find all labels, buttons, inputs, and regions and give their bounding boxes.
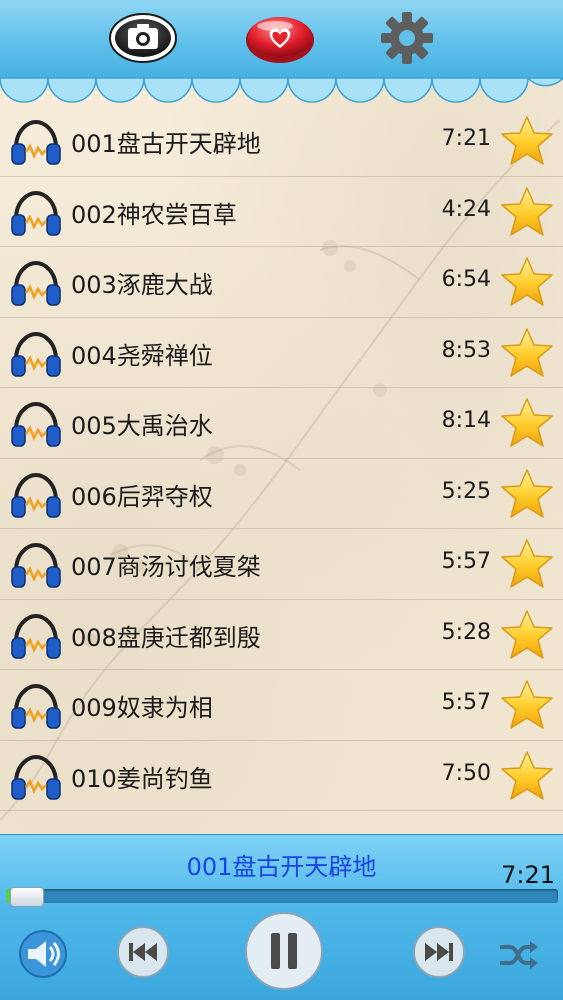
star-icon[interactable]: [499, 396, 555, 452]
camera-button[interactable]: [108, 10, 178, 66]
headphones-icon: [11, 754, 61, 800]
now-playing-duration: 7:21: [501, 861, 555, 889]
track-row[interactable]: 002神农尝百草 4:24: [0, 177, 563, 247]
star-icon[interactable]: [499, 537, 555, 593]
track-title: 007商汤讨伐夏桀: [71, 553, 261, 581]
track-duration: 8:14: [441, 408, 491, 433]
track-title: 001盘古开天辟地: [71, 130, 261, 158]
star-icon[interactable]: [499, 326, 555, 382]
track-title: 009奴隶为相: [71, 694, 213, 722]
track-row[interactable]: 001盘古开天辟地 7:21: [0, 106, 563, 177]
player-bar: 001盘古开天辟地 7:21: [0, 834, 563, 1000]
track-title: 008盘庚迁都到殷: [71, 623, 261, 652]
track-title: 005大禹治水: [71, 412, 213, 440]
track-duration: 8:53: [441, 337, 491, 363]
headphones-icon: [11, 119, 61, 165]
next-track-button[interactable]: [412, 925, 466, 979]
gear-icon: [381, 12, 433, 64]
track-duration: 7:21: [441, 126, 491, 151]
track-title: 004尧舜禅位: [71, 341, 213, 370]
track-row[interactable]: 007商汤讨伐夏桀 5:57: [0, 529, 563, 600]
headphones-icon: [11, 331, 61, 377]
star-icon[interactable]: [499, 255, 555, 311]
star-icon[interactable]: [499, 678, 555, 734]
track-duration: 5:57: [441, 549, 491, 574]
track-duration: 6:54: [441, 267, 491, 292]
headphones-icon: [11, 190, 61, 236]
progress-slider[interactable]: [6, 887, 558, 907]
star-icon[interactable]: [499, 467, 555, 523]
track-list: 001盘古开天辟地 7:21 002神农尝百草 4:24 003涿鹿大战 6:5…: [0, 106, 563, 811]
camera-icon: [109, 13, 177, 63]
track-title: 002神农尝百草: [71, 200, 237, 229]
top-toolbar: [0, 0, 563, 76]
track-row[interactable]: 008盘庚迁都到殷 5:28: [0, 600, 563, 670]
track-duration: 5:28: [441, 619, 491, 645]
heart-icon: [246, 17, 314, 63]
volume-icon[interactable]: [18, 929, 68, 979]
headphones-icon: [11, 472, 61, 518]
track-row[interactable]: 006后羿夺权 5:25: [0, 459, 563, 529]
track-title: 006后羿夺权: [71, 482, 213, 511]
star-icon[interactable]: [499, 185, 555, 241]
headphones-icon: [11, 683, 61, 729]
pause-button[interactable]: [244, 911, 324, 991]
track-row[interactable]: 009奴隶为相 5:57: [0, 670, 563, 741]
track-row[interactable]: 005大禹治水 8:14: [0, 388, 563, 459]
star-icon[interactable]: [499, 749, 555, 805]
star-icon[interactable]: [499, 608, 555, 664]
settings-button[interactable]: [372, 10, 442, 66]
track-duration: 4:24: [441, 196, 491, 222]
headphones-icon: [11, 542, 61, 588]
track-title: 003涿鹿大战: [71, 271, 213, 299]
shuffle-icon[interactable]: [496, 935, 540, 975]
track-row[interactable]: 010姜尚钓鱼 7:50: [0, 741, 563, 811]
scalloped-valance: [0, 74, 563, 103]
previous-track-button[interactable]: [116, 925, 170, 979]
progress-thumb[interactable]: [10, 887, 44, 907]
now-playing-title: 001盘古开天辟地: [186, 853, 377, 881]
headphones-icon: [11, 260, 61, 306]
headphones-icon: [11, 401, 61, 447]
track-row[interactable]: 004尧舜禅位 8:53: [0, 318, 563, 388]
track-title: 010姜尚钓鱼: [71, 764, 213, 793]
track-duration: 7:50: [441, 760, 491, 786]
star-icon[interactable]: [499, 114, 555, 170]
headphones-icon: [11, 613, 61, 659]
track-duration: 5:57: [441, 690, 491, 715]
favorites-button[interactable]: [245, 10, 315, 66]
track-duration: 5:25: [441, 478, 491, 504]
track-row[interactable]: 003涿鹿大战 6:54: [0, 247, 563, 318]
